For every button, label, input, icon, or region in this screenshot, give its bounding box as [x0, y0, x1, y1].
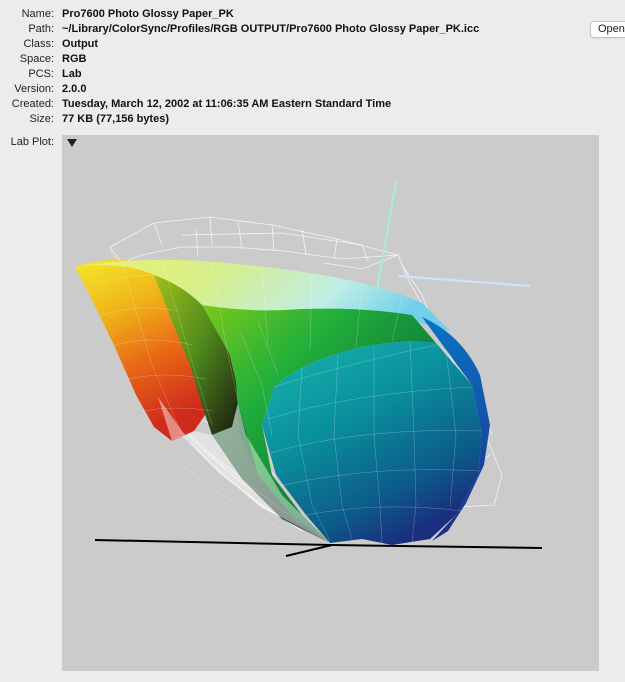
open-button[interactable]: Open	[590, 21, 625, 38]
info-row-created: Created: Tuesday, March 12, 2002 at 11:0…	[0, 97, 625, 112]
lab-gamut-plot	[75, 181, 543, 557]
plot-disclosure-triangle-down-icon[interactable]	[67, 139, 77, 147]
lab-plot-label: Lab Plot:	[10, 136, 54, 148]
version-value: 2.0.0	[62, 83, 87, 95]
created-label: Created:	[11, 98, 54, 110]
name-value: Pro7600 Photo Glossy Paper_PK	[62, 8, 234, 20]
info-row-path: Path: ~/Library/ColorSync/Profiles/RGB O…	[0, 22, 625, 37]
info-row-pcs: PCS: Lab	[0, 67, 625, 82]
info-row-name: Name: Pro7600 Photo Glossy Paper_PK	[0, 7, 625, 22]
info-row-version: Version: 2.0.0	[0, 82, 625, 97]
space-label: Space:	[19, 53, 54, 65]
lab-plot-viewport[interactable]	[62, 135, 599, 671]
space-value: RGB	[62, 53, 87, 65]
info-row-class: Class: Output	[0, 37, 625, 52]
path-value: ~/Library/ColorSync/Profiles/RGB OUTPUT/…	[62, 23, 480, 35]
pcs-value: Lab	[62, 68, 82, 80]
version-label: Version:	[14, 83, 54, 95]
size-value: 77 KB (77,156 bytes)	[62, 113, 169, 125]
created-value: Tuesday, March 12, 2002 at 11:06:35 AM E…	[62, 98, 392, 110]
info-row-space: Space: RGB	[0, 52, 625, 67]
path-label: Path:	[28, 23, 54, 35]
size-label: Size:	[29, 113, 54, 125]
lab-axes-front	[94, 539, 543, 557]
class-value: Output	[62, 38, 99, 50]
class-label: Class:	[23, 38, 54, 50]
info-row-size: Size: 77 KB (77,156 bytes)	[0, 112, 625, 127]
name-label: Name:	[21, 8, 54, 20]
profile-info: Name: Pro7600 Photo Glossy Paper_PK Path…	[0, 7, 625, 127]
pcs-label: PCS:	[28, 68, 54, 80]
